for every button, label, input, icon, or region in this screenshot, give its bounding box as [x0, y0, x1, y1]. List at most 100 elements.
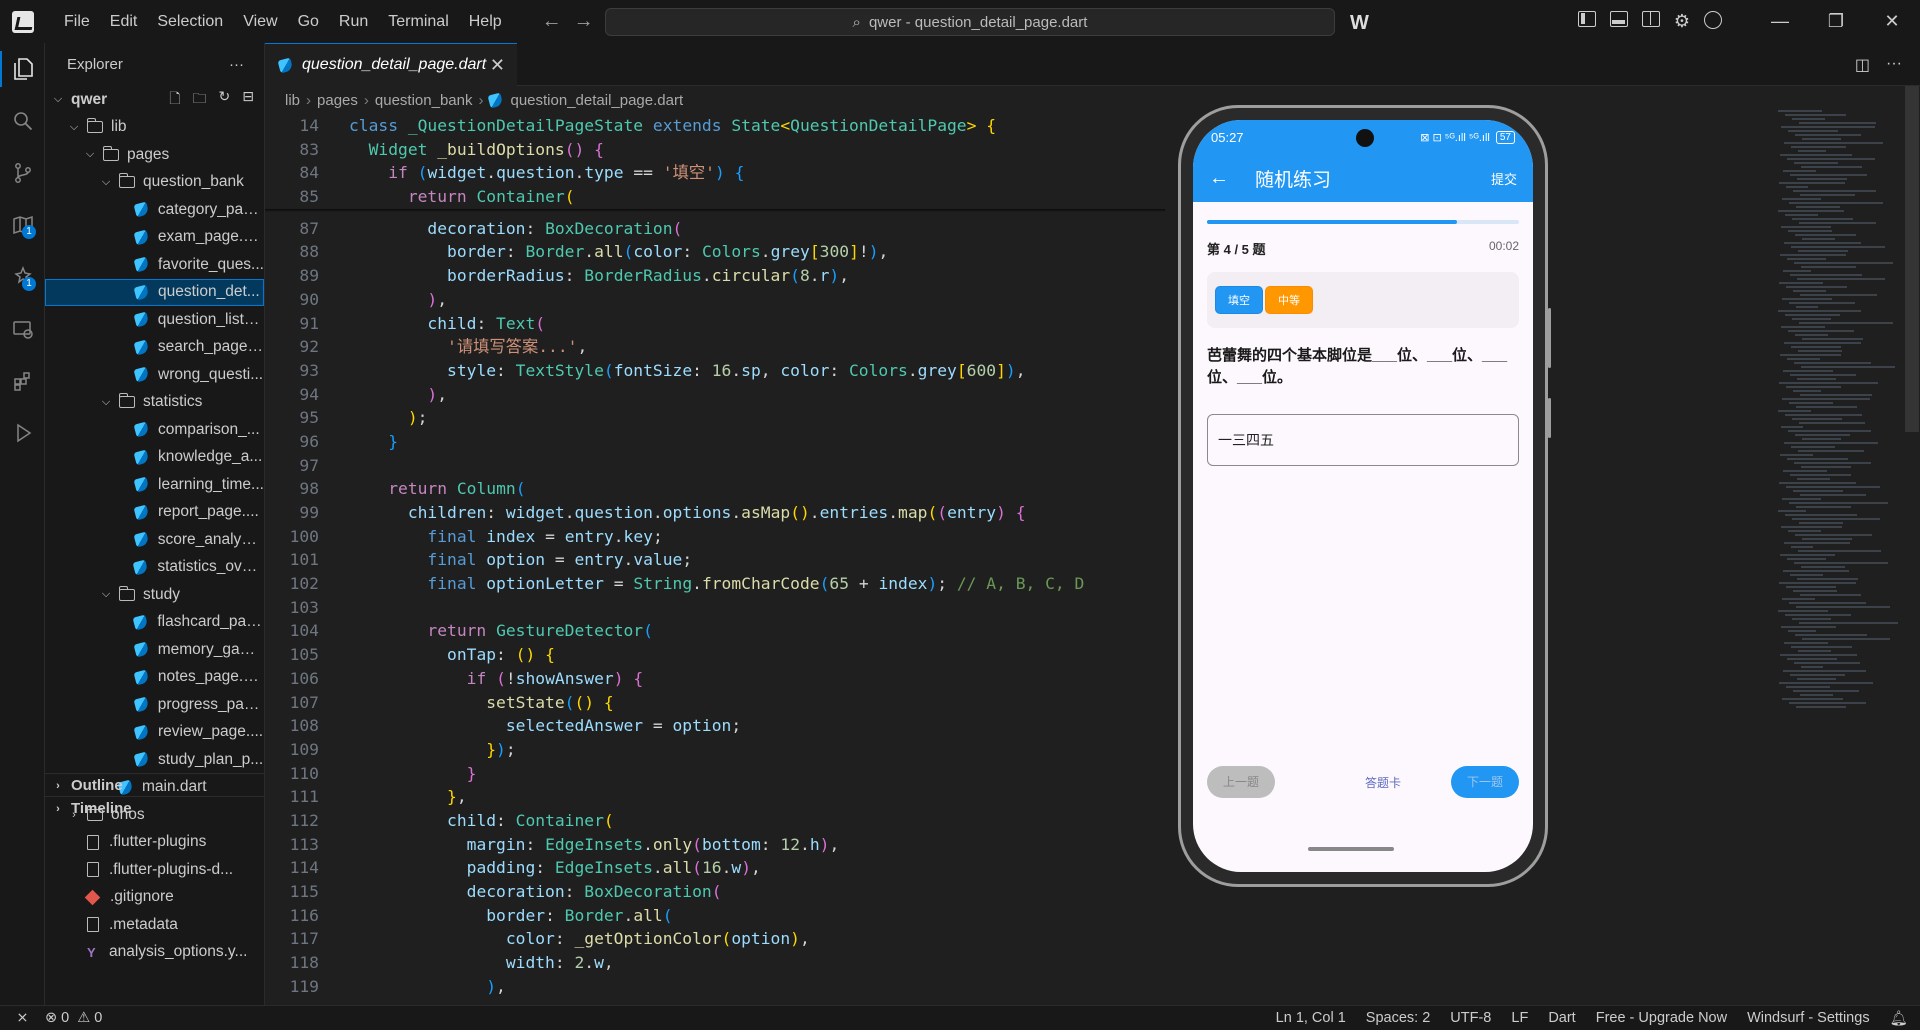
account-icon[interactable]	[1704, 11, 1722, 29]
menu-file[interactable]: File	[54, 0, 100, 43]
file-item[interactable]: progress_pag...	[45, 691, 264, 719]
toggle-primary-sidebar-icon[interactable]	[1577, 11, 1596, 27]
file-item[interactable]: memory_gam...	[45, 636, 264, 664]
next-question-button[interactable]: 下一题	[1450, 766, 1519, 798]
editor-scrollbar[interactable]	[1905, 86, 1919, 432]
file-item[interactable]: statistics_over...	[45, 554, 264, 582]
close-window-button[interactable]: ✕	[1864, 11, 1920, 32]
explorer-icon[interactable]	[0, 43, 45, 95]
toggle-secondary-sidebar-icon[interactable]	[1641, 11, 1660, 27]
windsurf-settings[interactable]: Windsurf - Settings	[1747, 1010, 1870, 1026]
minimap-line	[1792, 218, 1853, 220]
file-item[interactable]: favorite_ques...	[45, 251, 264, 279]
answer-card-button[interactable]: 答题卡	[1365, 774, 1401, 791]
folder-item[interactable]: ⌵ lib	[45, 114, 264, 142]
submit-button[interactable]: 提交	[1491, 169, 1517, 188]
dart-file-icon	[132, 559, 149, 576]
map-icon[interactable]: 1	[0, 199, 45, 251]
folder-item[interactable]: ⌵ question_bank	[45, 169, 264, 197]
menu-help[interactable]: Help	[459, 0, 512, 43]
file-item[interactable]: wrong_questi...	[45, 361, 264, 389]
menu-edit[interactable]: Edit	[100, 0, 148, 43]
remote-explorer-icon[interactable]	[0, 303, 45, 355]
folder-item[interactable]: ⌵ study	[45, 581, 264, 609]
menu-terminal[interactable]: Terminal	[378, 0, 458, 43]
split-editor-icon[interactable]: ◫	[1855, 55, 1870, 75]
file-item[interactable]: .flutter-plugins	[45, 829, 264, 857]
file-item[interactable]: .metadata	[45, 911, 264, 939]
menu-run[interactable]: Run	[329, 0, 378, 43]
breadcrumb-item[interactable]: question_bank	[375, 92, 473, 109]
extensions-star-icon[interactable]: 1	[0, 251, 45, 303]
end-of-line[interactable]: LF	[1511, 1010, 1528, 1026]
file-item[interactable]: review_page....	[45, 719, 264, 747]
minimap[interactable]	[1778, 110, 1898, 710]
line-source: children: widget.question.options.asMap(…	[407, 503, 1026, 522]
back-arrow-icon[interactable]: ←	[542, 10, 562, 33]
breadcrumb-item[interactable]: question_detail_page.dart	[510, 92, 683, 109]
outline-section[interactable]: › Outline	[45, 773, 265, 797]
answer-input[interactable]: 一三四五	[1207, 414, 1519, 466]
menu-go[interactable]: Go	[288, 0, 329, 43]
folder-item[interactable]: ⌵ statistics	[45, 389, 264, 417]
line-source: setState(() {	[486, 692, 614, 712]
menu-view[interactable]: View	[233, 0, 287, 43]
cursor-position[interactable]: Ln 1, Col 1	[1276, 1010, 1346, 1026]
upgrade-link[interactable]: Free - Upgrade Now	[1596, 1010, 1727, 1026]
file-item[interactable]: notes_page.d...	[45, 664, 264, 692]
line-number: 109	[289, 739, 319, 759]
file-item[interactable]: score_analysi...	[45, 526, 264, 554]
close-tab-icon[interactable]: ✕	[490, 55, 505, 76]
minimap-line	[1784, 642, 1828, 644]
file-item[interactable]: .gitignore	[45, 884, 264, 912]
previous-question-button[interactable]: 上一题	[1207, 766, 1275, 798]
source-control-icon[interactable]	[0, 147, 45, 199]
file-item[interactable]: question_det...	[45, 278, 264, 306]
file-item[interactable]: .flutter-plugins-d...	[45, 856, 264, 884]
collapse-all-icon[interactable]: ⊟	[242, 88, 254, 112]
forward-arrow-icon[interactable]: →	[574, 10, 594, 33]
file-item[interactable]: comparison_...	[45, 416, 264, 444]
indentation[interactable]: Spaces: 2	[1366, 1010, 1431, 1026]
problems-indicator[interactable]: ⊗ 0 ⚠ 0	[45, 1010, 102, 1026]
timeline-section[interactable]: › Timeline	[45, 796, 265, 820]
file-item[interactable]: question_list_...	[45, 306, 264, 334]
notifications-bell-icon[interactable]: 🔔︎	[1890, 1010, 1908, 1027]
workspace-root[interactable]: ⌵ qwer 🗋 🗀 ↻ ⊟	[45, 86, 264, 114]
minimize-button[interactable]: —	[1752, 11, 1808, 32]
sidebar-title: Explorer	[67, 56, 123, 73]
new-file-icon[interactable]: 🗋	[169, 88, 180, 112]
file-item[interactable]: report_page....	[45, 499, 264, 527]
line-number: 112	[289, 810, 319, 830]
new-folder-icon[interactable]: 🗀	[193, 88, 207, 112]
file-item[interactable]: search_page....	[45, 334, 264, 362]
extensions-icon[interactable]	[0, 355, 45, 407]
file-item[interactable]: knowledge_a...	[45, 444, 264, 472]
encoding[interactable]: UTF-8	[1450, 1010, 1491, 1026]
more-actions-icon[interactable]: ···	[229, 56, 244, 73]
minimap-line	[1793, 190, 1876, 192]
breadcrumb-item[interactable]: lib	[285, 92, 300, 109]
remote-indicator-icon[interactable]: ⨯	[0, 1010, 45, 1026]
breadcrumb-item[interactable]: pages	[317, 92, 358, 109]
language-mode[interactable]: Dart	[1548, 1010, 1575, 1026]
run-debug-icon[interactable]	[0, 407, 45, 459]
windsurf-wave-icon[interactable]: W	[1350, 12, 1369, 35]
back-arrow-icon[interactable]: ←	[1209, 167, 1229, 190]
maximize-button[interactable]: ❐	[1808, 11, 1864, 32]
tab-question-detail-page[interactable]: question_detail_page.dart ✕	[265, 43, 517, 86]
file-item[interactable]: learning_time...	[45, 471, 264, 499]
gear-icon[interactable]: ⚙	[1674, 11, 1690, 32]
toggle-panel-icon[interactable]	[1609, 11, 1628, 27]
search-icon[interactable]	[0, 95, 45, 147]
file-item[interactable]: exam_page.d...	[45, 224, 264, 252]
editor-more-icon[interactable]: ···	[1886, 55, 1902, 75]
folder-item[interactable]: ⌵ pages	[45, 141, 264, 169]
menu-selection[interactable]: Selection	[147, 0, 233, 43]
file-item[interactable]: study_plan_p...	[45, 746, 264, 774]
file-item[interactable]: category_pag...	[45, 196, 264, 224]
command-center[interactable]: ⌕ qwer - question_detail_page.dart	[605, 8, 1335, 36]
file-item[interactable]: flashcard_pag...	[45, 609, 264, 637]
file-item[interactable]: Yanalysis_options.y...	[45, 939, 264, 967]
refresh-icon[interactable]: ↻	[219, 88, 231, 112]
